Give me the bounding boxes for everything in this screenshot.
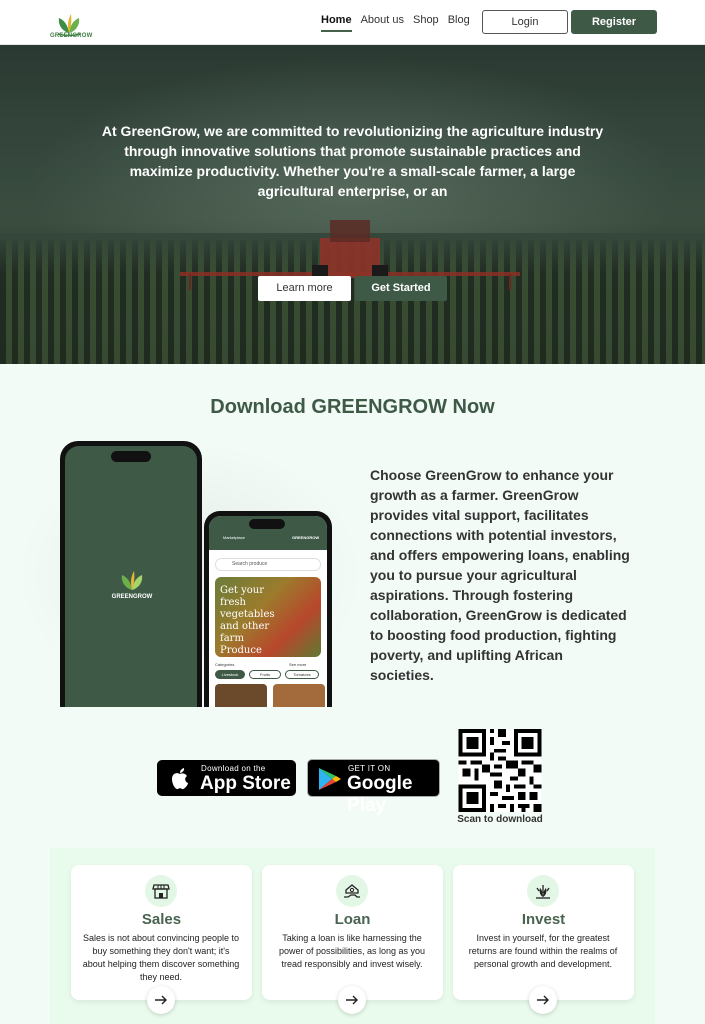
qr-label: Scan to download — [457, 814, 543, 825]
nav-about[interactable]: About us — [361, 14, 404, 32]
phone-notch — [111, 451, 151, 462]
marketplace-banner: Get your fresh vegetables and other farm… — [215, 577, 321, 657]
logo-text: GREENGROW — [50, 33, 93, 39]
top-navbar: GREENGROW Home About us Shop Blog Login … — [0, 0, 705, 45]
categories-label: Categories — [215, 662, 235, 667]
feature-card-loan[interactable]: Loan Taking a loan is like harnessing th… — [262, 865, 443, 1014]
register-button[interactable]: Register — [571, 10, 657, 34]
feature-description: Sales is not about convincing people to … — [82, 933, 240, 982]
phone-logo-text: GREENGROW — [111, 594, 153, 600]
nav-shop[interactable]: Shop — [413, 14, 439, 32]
apple-icon — [172, 768, 188, 790]
feature-title: Invest — [521, 911, 566, 928]
get-started-button[interactable]: Get Started — [355, 276, 447, 301]
chip-livestock: Livestock — [215, 670, 245, 679]
feature-title: Sales — [141, 911, 182, 928]
nav-blog[interactable]: Blog — [448, 14, 470, 32]
feature-card-invest[interactable]: Invest Invest in yourself, for the great… — [453, 865, 634, 1014]
marketplace-title: Marketplace — [223, 535, 245, 540]
hero-text: At GreenGrow, we are committed to revolu… — [101, 123, 604, 199]
arrow-right-icon[interactable] — [338, 986, 366, 1014]
google-play-icon — [319, 768, 341, 790]
feature-card-sales[interactable]: Sales Sales is not about convincing peop… — [71, 865, 252, 1014]
invest-icon — [527, 875, 559, 907]
banner-text: Get your fresh vegetables and other farm… — [220, 585, 275, 656]
learn-more-button[interactable]: Learn more — [258, 276, 351, 301]
arrow-right-icon[interactable] — [529, 986, 557, 1014]
phone-marketplace-screen: Marketplace GREENGROW Search produce Get… — [209, 516, 327, 707]
login-button[interactable]: Login — [482, 10, 568, 34]
marketplace-search: Search produce — [215, 558, 321, 571]
chip-tomatoes: Tomatoes — [285, 670, 319, 679]
product-image — [215, 684, 267, 707]
feature-description: Invest in yourself, for the greatest ret… — [468, 933, 618, 969]
google-play-badge[interactable]: GET IT ON Google Play — [307, 759, 440, 816]
product-image — [273, 684, 325, 707]
google-play-small-text: GET IT ON — [348, 764, 391, 773]
hero-section: At GreenGrow, we are committed to revolu… — [0, 45, 705, 364]
download-title: Download GREENGROW Now — [210, 396, 495, 418]
app-store-small-text: Download on the — [201, 764, 266, 773]
arrow-right-icon[interactable] — [147, 986, 175, 1014]
nav-home[interactable]: Home — [321, 14, 352, 32]
google-play-big-text: Google Play — [347, 773, 413, 816]
see-more-link: See more — [289, 662, 307, 667]
shop-icon — [145, 875, 177, 907]
marketplace-brand: GREENGROW — [292, 535, 320, 540]
app-store-badge[interactable]: Download on the App Store — [157, 760, 296, 796]
feature-title: Loan — [334, 911, 371, 928]
loan-icon — [336, 875, 368, 907]
chip-fruits: Fruits — [249, 670, 281, 679]
nav-links: Home About us Shop Blog — [321, 14, 479, 32]
feature-description: Taking a loan is like harnessing the pow… — [278, 933, 426, 969]
phone-notch — [249, 519, 285, 529]
qr-code-icon[interactable] — [458, 729, 542, 812]
download-description: Choose GreenGrow to enhance your growth … — [370, 467, 630, 683]
app-store-big-text: App Store — [200, 773, 291, 794]
